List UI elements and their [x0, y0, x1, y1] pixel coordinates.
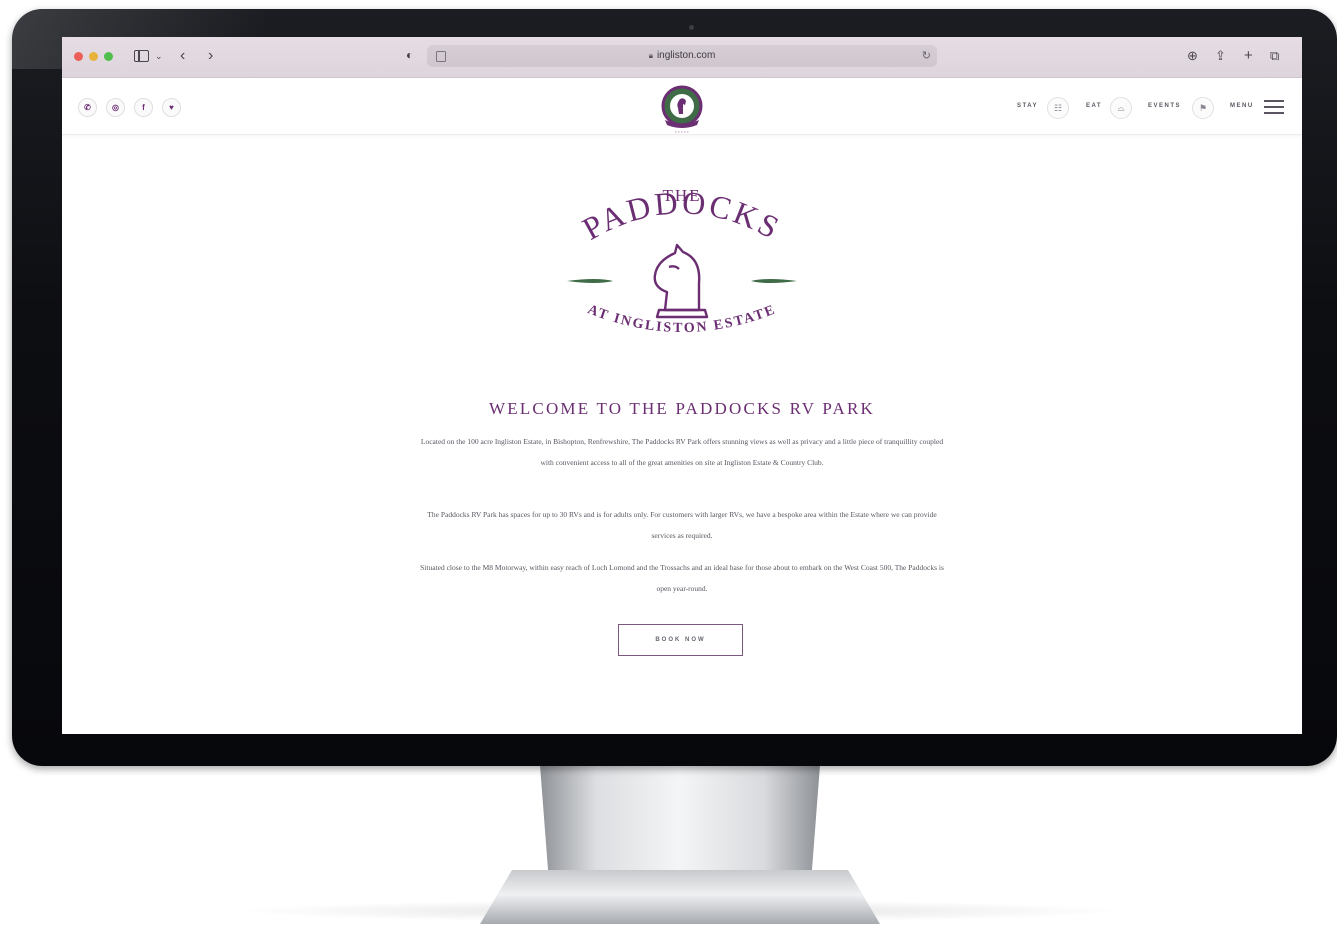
privacy-shield-icon[interactable]: ◐: [406, 48, 413, 62]
download-icon[interactable]: ⊕: [1187, 46, 1198, 66]
left-leaf-divider: [567, 279, 613, 283]
monitor-stand: [540, 765, 820, 875]
chevron-down-icon[interactable]: ⌄: [155, 46, 163, 66]
screen: ⌄ ‹ › ◐ 🔒︎ ingliston.com ↻ ⊕ ⇪ + ⧉ ✆ ◎ f …: [62, 37, 1302, 734]
tabs-overview-icon[interactable]: ⧉: [1270, 46, 1279, 66]
welcome-heading: WELCOME TO THE PADDOCKS RV PARK: [489, 399, 875, 418]
reload-icon[interactable]: ↻: [922, 45, 931, 67]
facebook-icon[interactable]: f: [134, 98, 153, 117]
lock-icon: 🔒︎: [648, 51, 653, 60]
nav-menu[interactable]: MENU: [1230, 97, 1290, 119]
ingliston-crest-logo[interactable]: [657, 84, 707, 134]
address-bar[interactable]: 🔒︎ ingliston.com ↻: [427, 45, 937, 67]
close-window-button[interactable]: [74, 52, 83, 61]
nav-eat[interactable]: EAT ⌓: [1086, 97, 1136, 119]
cloche-icon: ⌓: [1110, 97, 1132, 119]
instagram-icon[interactable]: ◎: [106, 98, 125, 117]
logo-subtitle-text: AT INGLISTON ESTATE: [585, 302, 776, 336]
nav-menu-label: MENU: [1230, 103, 1254, 109]
browser-toolbar: ⌄ ‹ › ◐ 🔒︎ ingliston.com ↻ ⊕ ⇪ + ⧉: [62, 37, 1302, 78]
share-icon[interactable]: ⇪: [1215, 46, 1226, 66]
hamburger-icon: [1264, 100, 1284, 114]
nav-stay[interactable]: STAY ☷: [1017, 97, 1072, 119]
location-paragraph: Situated close to the M8 Motorway, withi…: [420, 563, 944, 593]
capacity-paragraph: The Paddocks RV Park has spaces for up t…: [427, 510, 937, 540]
book-now-button[interactable]: BOOK NOW: [618, 624, 743, 656]
events-icon: ⚑: [1192, 97, 1214, 119]
svg-text:AT INGLISTON ESTATE: AT INGLISTON ESTATE: [585, 302, 778, 336]
nav-stay-label: STAY: [1017, 103, 1039, 109]
minimize-window-button[interactable]: [89, 52, 98, 61]
zoom-window-button[interactable]: [104, 52, 113, 61]
back-icon[interactable]: ‹: [180, 46, 185, 66]
url-text: ingliston.com: [656, 50, 716, 61]
site-header: ✆ ◎ f ♥ STAY ☷ EAT ⌓ EVENTS ⚑ MENU: [62, 78, 1302, 135]
monitor-base: [480, 870, 880, 924]
knight-chess-icon: [653, 243, 709, 319]
camera-dot: [689, 25, 694, 30]
bed-icon: ☷: [1047, 97, 1069, 119]
paddocks-logo: THE PADDOCKS AT INGLISTON ESTATE: [567, 184, 797, 336]
right-leaf-divider: [751, 279, 797, 283]
sidebar-icon[interactable]: [134, 50, 149, 62]
nav-events[interactable]: EVENTS ⚑: [1148, 97, 1216, 119]
twitter-icon[interactable]: ♥: [162, 98, 181, 117]
new-tab-icon[interactable]: +: [1244, 46, 1253, 66]
nav-eat-label: EAT: [1086, 103, 1103, 109]
intro-paragraph: Located on the 100 acre Ingliston Estate…: [420, 437, 944, 467]
forward-icon[interactable]: ›: [208, 46, 213, 66]
phone-icon[interactable]: ✆: [78, 98, 97, 117]
nav-events-label: EVENTS: [1148, 103, 1182, 109]
